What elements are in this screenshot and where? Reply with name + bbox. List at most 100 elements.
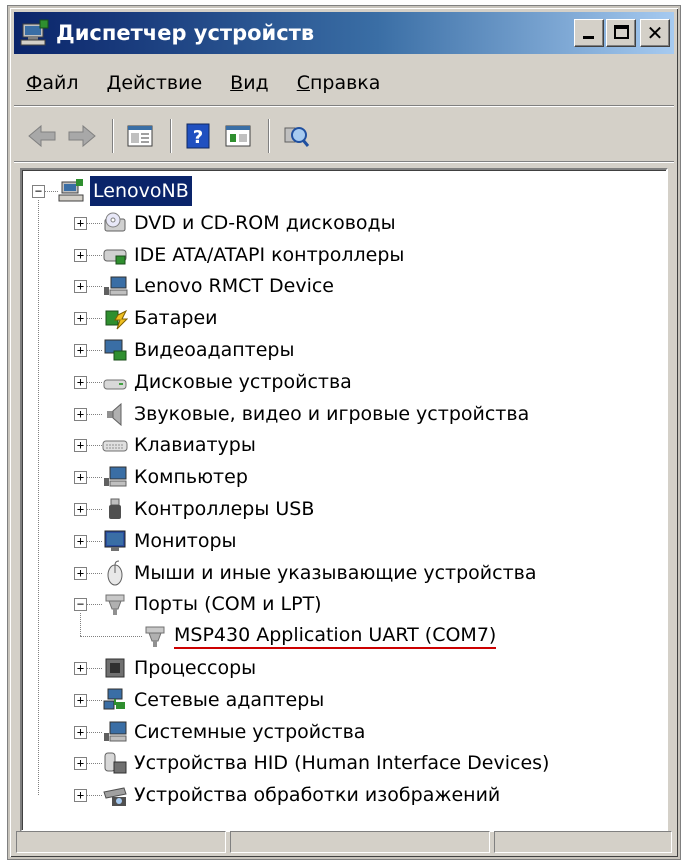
tree-category[interactable]: Батареи (102, 303, 218, 333)
forward-button[interactable] (64, 118, 100, 154)
tree-connector (87, 763, 102, 765)
expand-toggle[interactable]: + (74, 757, 87, 771)
tree-category[interactable]: Компьютер (102, 462, 248, 492)
tree-category[interactable]: Порты (COM и LPT) (102, 589, 322, 619)
tree-category[interactable]: IDE ATA/ATAPI контроллеры (102, 240, 404, 270)
tree-item-label: Lenovo RMCT Device (134, 275, 335, 298)
device-manager-window: Диспетчер устройств ✕ Файл Действие Вид … (8, 6, 680, 859)
update-driver-button[interactable] (220, 118, 256, 154)
expand-toggle[interactable]: + (74, 725, 87, 739)
tree-connector (87, 445, 102, 447)
expand-toggle[interactable]: + (74, 503, 87, 516)
menu-file-rest: айл (42, 71, 79, 94)
processor-icon (102, 655, 128, 681)
collapse-toggle[interactable]: − (74, 598, 87, 612)
minimize-icon (583, 36, 594, 39)
forward-arrow-icon (68, 124, 96, 147)
tree-category[interactable]: DVD и CD-ROM дисководы (102, 208, 396, 238)
tree-connector (87, 286, 102, 288)
svg-text:?: ? (193, 127, 203, 148)
expand-toggle[interactable]: + (74, 312, 87, 326)
toolbar-separator (112, 118, 114, 153)
menu-action[interactable]: Действие (107, 72, 203, 94)
tree-item-label: Сетевые адаптеры (134, 688, 325, 711)
expand-toggle[interactable]: + (74, 789, 87, 803)
expand-toggle[interactable]: + (74, 344, 87, 357)
expand-toggle[interactable]: + (74, 248, 87, 262)
status-panel-1 (16, 831, 226, 853)
tree-category[interactable]: Звуковые, видео и игровые устройства (102, 399, 529, 429)
tree-category[interactable]: Мониторы (102, 526, 237, 556)
window-title: Диспетчер устройств (56, 21, 315, 45)
tree-connector (80, 613, 81, 637)
back-button[interactable] (24, 118, 60, 154)
tree-connector (87, 572, 102, 574)
rmct-device-icon (102, 273, 128, 299)
expand-toggle[interactable]: + (74, 534, 87, 548)
dvd-drive-icon (102, 210, 128, 236)
tree-item-label: Компьютер (134, 466, 248, 489)
expand-toggle[interactable]: + (74, 471, 87, 485)
menu-file-accel: Ф (26, 71, 43, 94)
toolbar: ? (14, 110, 674, 162)
device-manager-icon (20, 18, 50, 48)
display-adapter-icon (102, 337, 128, 363)
tree-category[interactable]: Системные устройства (102, 717, 365, 747)
ide-controller-icon (102, 242, 128, 268)
expand-toggle[interactable]: + (74, 407, 87, 421)
update-driver-icon (225, 125, 251, 146)
tree-item-label: DVD и CD-ROM дисководы (134, 211, 396, 234)
tree-device[interactable]: MSP430 Application UART (COM7) (142, 621, 497, 651)
menu-file[interactable]: Файл (26, 72, 79, 94)
tree-item-label: IDE ATA/ATAPI контроллеры (134, 243, 405, 266)
tree-item-label: Клавиатуры (134, 434, 256, 457)
expand-toggle[interactable]: + (74, 566, 87, 580)
expand-toggle[interactable]: + (74, 439, 87, 453)
toolbar-separator (170, 118, 172, 153)
keyboard-icon (102, 432, 128, 458)
status-panel-2 (230, 831, 490, 853)
tree-item-label: Порты (COM и LPT) (134, 593, 322, 616)
tree-category[interactable]: Устройства HID (Human Interface Devices) (102, 748, 549, 778)
tree-category[interactable]: Видеоадаптеры (102, 335, 295, 365)
menu-view[interactable]: Вид (230, 72, 269, 94)
tree-root[interactable]: LenovoNB (58, 176, 192, 206)
computer-icon (102, 464, 128, 490)
scan-hardware-button[interactable] (278, 118, 314, 154)
device-tree[interactable]: LenovoNB − DVD и CD-ROM дисководы + IDE ATA/… (20, 168, 668, 832)
tree-category[interactable]: Lenovo RMCT Device (102, 271, 334, 301)
title-bar[interactable]: Диспетчер устройств ✕ (14, 12, 674, 54)
expand-toggle[interactable]: + (74, 216, 87, 230)
menu-help[interactable]: Справка (297, 72, 381, 94)
maximize-button[interactable] (606, 19, 636, 47)
status-panel-3 (494, 831, 672, 853)
expand-toggle[interactable]: + (74, 693, 87, 707)
tree-category[interactable]: Сетевые адаптеры (102, 685, 324, 715)
tree-item-label: Мыши и иные указывающие устройства (134, 561, 537, 584)
minimize-button[interactable] (574, 19, 604, 47)
expand-toggle[interactable]: + (74, 375, 87, 389)
tree-category[interactable]: Устройства обработки изображений (102, 780, 500, 810)
tree-connector (87, 668, 102, 669)
menu-bar: Файл Действие Вид Справка (14, 60, 674, 106)
mouse-icon (102, 560, 128, 586)
tree-category[interactable]: Дисковые устройства (102, 367, 352, 397)
tree-connector (87, 350, 102, 351)
collapse-toggle[interactable]: − (32, 185, 45, 198)
tree-connector (87, 381, 102, 383)
tree-connector (87, 540, 102, 542)
tree-category[interactable]: Мыши и иные указывающие устройства (102, 558, 536, 588)
properties-button[interactable] (122, 118, 158, 154)
tree-connector (80, 636, 142, 638)
port-icon (102, 591, 128, 617)
menu-view-accel: В (230, 71, 244, 94)
tree-category[interactable]: Клавиатуры (102, 430, 256, 460)
tree-item-label: Системные устройства (134, 720, 366, 743)
expand-toggle[interactable]: + (74, 662, 87, 675)
tree-category[interactable]: Контроллеры USB (102, 494, 314, 524)
expand-toggle[interactable]: + (74, 280, 87, 294)
close-button[interactable]: ✕ (640, 19, 670, 47)
tree-category[interactable]: Процессоры (102, 653, 256, 683)
help-button[interactable]: ? (180, 118, 216, 154)
menu-view-rest: ид (243, 71, 269, 94)
